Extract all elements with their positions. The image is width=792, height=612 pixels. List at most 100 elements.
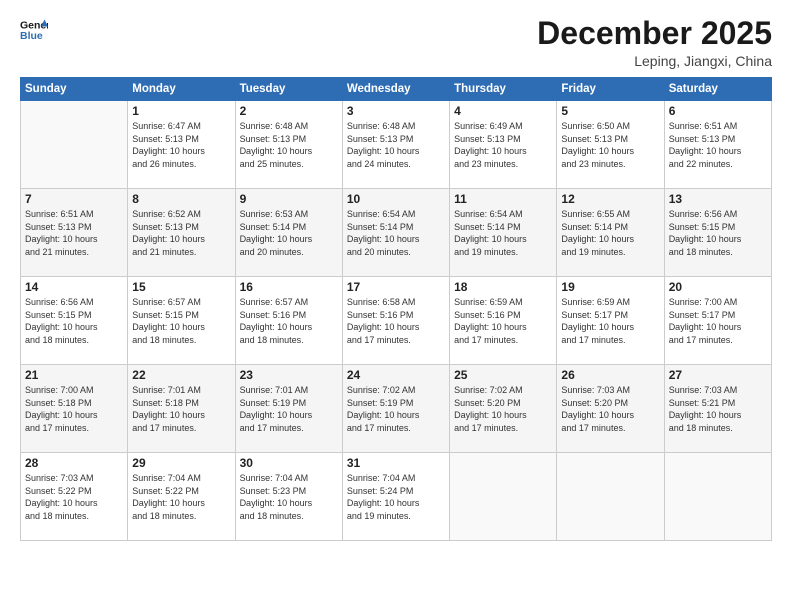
day-info: Sunrise: 6:57 AM Sunset: 5:15 PM Dayligh… <box>132 296 230 346</box>
day-number: 18 <box>454 280 552 294</box>
day-info: Sunrise: 7:03 AM Sunset: 5:21 PM Dayligh… <box>669 384 767 434</box>
day-number: 14 <box>25 280 123 294</box>
day-info: Sunrise: 6:50 AM Sunset: 5:13 PM Dayligh… <box>561 120 659 170</box>
day-info: Sunrise: 7:02 AM Sunset: 5:20 PM Dayligh… <box>454 384 552 434</box>
calendar-cell: 7 Sunrise: 6:51 AM Sunset: 5:13 PM Daylig… <box>21 189 128 277</box>
calendar-cell: 23 Sunrise: 7:01 AM Sunset: 5:19 PM Dayli… <box>235 365 342 453</box>
day-number: 17 <box>347 280 445 294</box>
calendar-cell <box>450 453 557 541</box>
calendar-cell: 8Sunrise: 6:52 AM Sunset: 5:13 PM Daylig… <box>128 189 235 277</box>
day-info: Sunrise: 6:56 AM Sunset: 5:15 PM Dayligh… <box>669 208 767 258</box>
calendar-cell: 13 Sunrise: 6:56 AM Sunset: 5:15 PM Dayli… <box>664 189 771 277</box>
day-number: 15 <box>132 280 230 294</box>
calendar-cell: 16Sunrise: 6:57 AM Sunset: 5:16 PM Dayli… <box>235 277 342 365</box>
header-row: Sunday Monday Tuesday Wednesday Thursday… <box>21 78 772 101</box>
calendar-cell: 14 Sunrise: 6:56 AM Sunset: 5:15 PM Dayli… <box>21 277 128 365</box>
day-number: 29 <box>132 456 230 470</box>
day-info: Sunrise: 6:51 AM Sunset: 5:13 PM Dayligh… <box>669 120 767 170</box>
calendar-cell: 4 Sunrise: 6:49 AM Sunset: 5:13 PM Daylig… <box>450 101 557 189</box>
calendar-cell: 30Sunrise: 7:04 AM Sunset: 5:23 PM Dayli… <box>235 453 342 541</box>
day-info: Sunrise: 6:47 AM Sunset: 5:13 PM Dayligh… <box>132 120 230 170</box>
calendar-cell: 17 Sunrise: 6:58 AM Sunset: 5:16 PM Dayli… <box>342 277 449 365</box>
day-number: 21 <box>25 368 123 382</box>
day-info: Sunrise: 6:54 AM Sunset: 5:14 PM Dayligh… <box>454 208 552 258</box>
calendar-cell: 27 Sunrise: 7:03 AM Sunset: 5:21 PM Dayli… <box>664 365 771 453</box>
col-wednesday: Wednesday <box>342 78 449 101</box>
title-block: December 2025 Leping, Jiangxi, China <box>537 16 772 69</box>
day-info: Sunrise: 6:58 AM Sunset: 5:16 PM Dayligh… <box>347 296 445 346</box>
calendar-cell: 31 Sunrise: 7:04 AM Sunset: 5:24 PM Dayli… <box>342 453 449 541</box>
day-number: 20 <box>669 280 767 294</box>
calendar-cell: 24Sunrise: 7:02 AM Sunset: 5:19 PM Dayli… <box>342 365 449 453</box>
day-info: Sunrise: 6:49 AM Sunset: 5:13 PM Dayligh… <box>454 120 552 170</box>
day-info: Sunrise: 6:56 AM Sunset: 5:15 PM Dayligh… <box>25 296 123 346</box>
day-number: 27 <box>669 368 767 382</box>
day-info: Sunrise: 7:04 AM Sunset: 5:24 PM Dayligh… <box>347 472 445 522</box>
calendar-week-1: 1 Sunrise: 6:47 AM Sunset: 5:13 PM Daylig… <box>21 101 772 189</box>
svg-text:Blue: Blue <box>20 30 43 42</box>
calendar-week-3: 14 Sunrise: 6:56 AM Sunset: 5:15 PM Dayli… <box>21 277 772 365</box>
day-info: Sunrise: 6:54 AM Sunset: 5:14 PM Dayligh… <box>347 208 445 258</box>
day-info: Sunrise: 6:51 AM Sunset: 5:13 PM Dayligh… <box>25 208 123 258</box>
calendar-cell: 9Sunrise: 6:53 AM Sunset: 5:14 PM Daylig… <box>235 189 342 277</box>
calendar-cell <box>557 453 664 541</box>
calendar-cell: 15 Sunrise: 6:57 AM Sunset: 5:15 PM Dayli… <box>128 277 235 365</box>
day-number: 4 <box>454 104 552 118</box>
day-number: 24 <box>347 368 445 382</box>
day-number: 2 <box>240 104 338 118</box>
calendar-cell: 28Sunrise: 7:03 AM Sunset: 5:22 PM Dayli… <box>21 453 128 541</box>
col-sunday: Sunday <box>21 78 128 101</box>
calendar-cell: 20 Sunrise: 7:00 AM Sunset: 5:17 PM Dayli… <box>664 277 771 365</box>
day-info: Sunrise: 7:00 AM Sunset: 5:17 PM Dayligh… <box>669 296 767 346</box>
day-info: Sunrise: 6:48 AM Sunset: 5:13 PM Dayligh… <box>240 120 338 170</box>
day-info: Sunrise: 7:00 AM Sunset: 5:18 PM Dayligh… <box>25 384 123 434</box>
calendar-week-5: 28Sunrise: 7:03 AM Sunset: 5:22 PM Dayli… <box>21 453 772 541</box>
header: General Blue December 2025 Leping, Jiang… <box>20 16 772 69</box>
day-number: 12 <box>561 192 659 206</box>
col-friday: Friday <box>557 78 664 101</box>
day-info: Sunrise: 7:04 AM Sunset: 5:22 PM Dayligh… <box>132 472 230 522</box>
day-number: 3 <box>347 104 445 118</box>
day-info: Sunrise: 7:01 AM Sunset: 5:18 PM Dayligh… <box>132 384 230 434</box>
day-number: 8 <box>132 192 230 206</box>
day-info: Sunrise: 6:48 AM Sunset: 5:13 PM Dayligh… <box>347 120 445 170</box>
day-number: 22 <box>132 368 230 382</box>
month-title: December 2025 <box>537 16 772 51</box>
day-number: 11 <box>454 192 552 206</box>
location: Leping, Jiangxi, China <box>537 53 772 69</box>
logo-icon: General Blue <box>20 16 48 44</box>
day-info: Sunrise: 7:03 AM Sunset: 5:20 PM Dayligh… <box>561 384 659 434</box>
calendar-cell: 22 Sunrise: 7:01 AM Sunset: 5:18 PM Dayli… <box>128 365 235 453</box>
calendar-week-2: 7 Sunrise: 6:51 AM Sunset: 5:13 PM Daylig… <box>21 189 772 277</box>
day-number: 19 <box>561 280 659 294</box>
day-info: Sunrise: 6:53 AM Sunset: 5:14 PM Dayligh… <box>240 208 338 258</box>
calendar-cell: 29 Sunrise: 7:04 AM Sunset: 5:22 PM Dayli… <box>128 453 235 541</box>
calendar-cell <box>664 453 771 541</box>
day-number: 23 <box>240 368 338 382</box>
logo: General Blue <box>20 16 48 44</box>
calendar-cell: 10Sunrise: 6:54 AM Sunset: 5:14 PM Dayli… <box>342 189 449 277</box>
day-number: 1 <box>132 104 230 118</box>
calendar-week-4: 21 Sunrise: 7:00 AM Sunset: 5:18 PM Dayli… <box>21 365 772 453</box>
calendar-cell: 18Sunrise: 6:59 AM Sunset: 5:16 PM Dayli… <box>450 277 557 365</box>
day-info: Sunrise: 6:55 AM Sunset: 5:14 PM Dayligh… <box>561 208 659 258</box>
calendar-cell: 6 Sunrise: 6:51 AM Sunset: 5:13 PM Daylig… <box>664 101 771 189</box>
calendar-cell: 1 Sunrise: 6:47 AM Sunset: 5:13 PM Daylig… <box>128 101 235 189</box>
day-info: Sunrise: 7:03 AM Sunset: 5:22 PM Dayligh… <box>25 472 123 522</box>
day-number: 31 <box>347 456 445 470</box>
calendar-cell: 2 Sunrise: 6:48 AM Sunset: 5:13 PM Daylig… <box>235 101 342 189</box>
calendar-cell: 25Sunrise: 7:02 AM Sunset: 5:20 PM Dayli… <box>450 365 557 453</box>
day-number: 7 <box>25 192 123 206</box>
calendar-cell: 5Sunrise: 6:50 AM Sunset: 5:13 PM Daylig… <box>557 101 664 189</box>
calendar: Sunday Monday Tuesday Wednesday Thursday… <box>20 77 772 541</box>
page: General Blue December 2025 Leping, Jiang… <box>0 0 792 612</box>
col-saturday: Saturday <box>664 78 771 101</box>
day-info: Sunrise: 7:01 AM Sunset: 5:19 PM Dayligh… <box>240 384 338 434</box>
day-info: Sunrise: 7:04 AM Sunset: 5:23 PM Dayligh… <box>240 472 338 522</box>
col-thursday: Thursday <box>450 78 557 101</box>
day-number: 13 <box>669 192 767 206</box>
calendar-cell: 11 Sunrise: 6:54 AM Sunset: 5:14 PM Dayli… <box>450 189 557 277</box>
day-number: 6 <box>669 104 767 118</box>
calendar-cell: 26Sunrise: 7:03 AM Sunset: 5:20 PM Dayli… <box>557 365 664 453</box>
day-info: Sunrise: 6:59 AM Sunset: 5:17 PM Dayligh… <box>561 296 659 346</box>
